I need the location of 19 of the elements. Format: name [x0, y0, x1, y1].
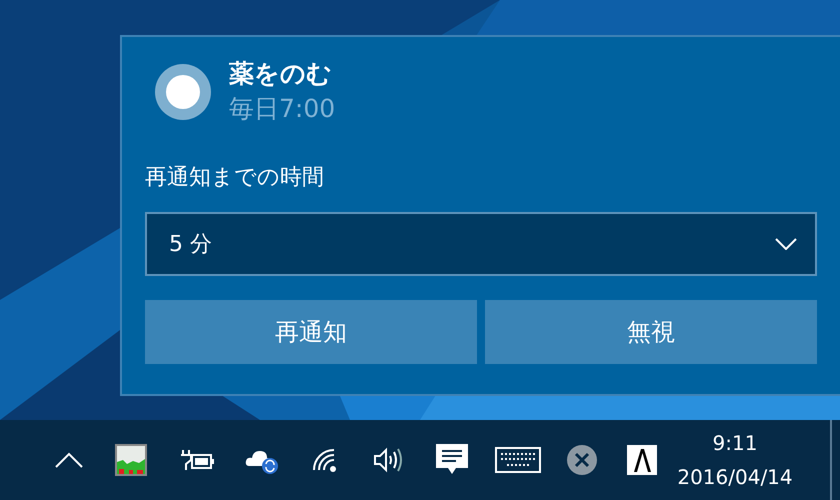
chevron-down-icon: [775, 238, 797, 250]
speaker-icon[interactable]: [373, 446, 405, 474]
chevron-up-icon[interactable]: [54, 451, 84, 469]
snooze-dropdown[interactable]: 5 分: [145, 212, 817, 276]
message-icon[interactable]: [436, 444, 468, 476]
clock-date[interactable]: 2016/04/14: [677, 460, 793, 494]
action-button[interactable]: 再通知: [145, 300, 477, 364]
meter-graph-icon[interactable]: [115, 444, 147, 476]
notification-title: 薬をのむ: [229, 58, 333, 90]
battery-plug-icon[interactable]: [180, 448, 214, 472]
keyboard-icon[interactable]: [495, 447, 541, 473]
notification-time: 毎日7:00: [229, 93, 336, 125]
app-logo-icon[interactable]: [627, 445, 657, 475]
action-button[interactable]: 無視: [485, 300, 817, 364]
snooze-label: 再通知までの時間: [145, 164, 324, 192]
close-circle-icon[interactable]: [567, 445, 597, 475]
dropdown-value: 5 分: [169, 230, 212, 258]
clock-time[interactable]: 9:11: [712, 426, 758, 460]
circle-icon: [155, 64, 211, 120]
